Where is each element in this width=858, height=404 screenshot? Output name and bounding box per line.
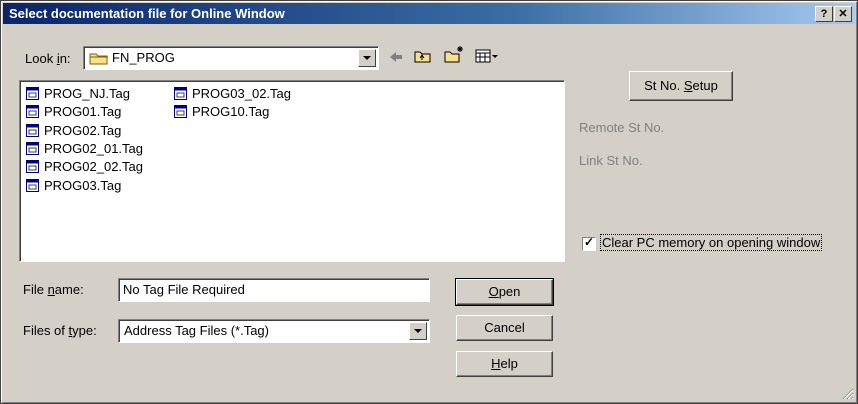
file-list-item-label: PROG03_02.Tag bbox=[192, 86, 292, 101]
tag-file-icon bbox=[26, 160, 39, 174]
help-button-label: elp bbox=[500, 356, 518, 371]
remote-st-no-label: Remote St No. bbox=[579, 120, 665, 135]
file-list-item-label: PROG02_02.Tag bbox=[44, 159, 144, 175]
file-type-label-pre: Files of bbox=[23, 323, 69, 338]
st-no-setup-button[interactable]: St No. Setup bbox=[629, 71, 733, 101]
file-list-item-label: PROG02_01.Tag bbox=[44, 140, 144, 156]
file-list-item-label: PROG02.Tag bbox=[44, 122, 122, 138]
file-list-item-label: PROG03.Tag bbox=[44, 177, 122, 193]
new-folder-icon[interactable] bbox=[444, 45, 464, 65]
look-in-combo[interactable]: FN_PROG bbox=[83, 46, 379, 70]
file-name-label-pre: File bbox=[23, 282, 48, 297]
view-menu-icon[interactable] bbox=[475, 48, 499, 64]
help-button[interactable]: Help bbox=[456, 351, 553, 377]
open-button-label: pen bbox=[498, 284, 521, 299]
file-name-label: File name: bbox=[23, 282, 84, 297]
tag-file-icon bbox=[26, 123, 39, 137]
open-button[interactable]: Open bbox=[455, 278, 554, 306]
look-in-label-pre: Look bbox=[25, 51, 57, 66]
file-type-label-post: ype: bbox=[72, 323, 97, 338]
checkmark-icon: ✓ bbox=[584, 235, 595, 249]
clear-pc-memory-checkbox[interactable]: ✓ bbox=[582, 235, 596, 251]
file-list-item-label: PROG_NJ.Tag bbox=[44, 86, 130, 101]
file-type-dropdown-arrow[interactable] bbox=[409, 322, 427, 340]
link-st-no-label: Link St No. bbox=[579, 153, 643, 168]
tag-file-icon bbox=[26, 178, 39, 192]
help-title-button[interactable]: ? bbox=[815, 6, 833, 22]
cancel-button[interactable]: Cancel bbox=[456, 315, 553, 341]
open-button-accel: O bbox=[488, 284, 499, 299]
st-no-setup-label-post: etup bbox=[692, 78, 718, 93]
st-no-setup-accel: S bbox=[683, 78, 693, 93]
look-in-label: Look in: bbox=[25, 51, 71, 66]
clear-pc-memory-label[interactable]: Clear PC memory on opening window bbox=[599, 234, 823, 251]
file-type-value: Address Tag Files (*.Tag) bbox=[124, 323, 269, 338]
look-in-value: FN_PROG bbox=[112, 50, 175, 65]
st-no-setup-label-pre: St No. bbox=[644, 78, 684, 93]
tag-file-icon bbox=[174, 105, 187, 119]
tag-file-icon bbox=[26, 141, 39, 155]
file-list-item-label: PROG10.Tag bbox=[192, 104, 270, 120]
resize-grip-icon[interactable] bbox=[842, 388, 854, 400]
file-type-combo[interactable]: Address Tag Files (*.Tag) bbox=[118, 319, 430, 343]
help-button-accel: H bbox=[491, 356, 501, 371]
file-dialog: Select documentation file for Online Win… bbox=[0, 0, 858, 404]
file-name-label-accel: n bbox=[47, 282, 55, 297]
tag-file-icon bbox=[26, 87, 39, 100]
look-in-label-post: n: bbox=[59, 51, 71, 66]
title-bar[interactable]: Select documentation file for Online Win… bbox=[3, 3, 855, 24]
file-name-label-post: ame: bbox=[54, 282, 84, 297]
file-name-input[interactable]: No Tag File Required bbox=[118, 278, 430, 302]
back-arrow-icon[interactable] bbox=[388, 49, 404, 65]
file-list-item-label: PROG01.Tag bbox=[44, 104, 122, 120]
up-folder-icon[interactable] bbox=[414, 48, 432, 64]
look-in-dropdown-arrow[interactable] bbox=[358, 49, 376, 67]
tag-file-icon bbox=[174, 87, 187, 100]
tag-file-icon bbox=[26, 105, 39, 119]
window-title: Select documentation file for Online Win… bbox=[9, 6, 285, 21]
folder-icon bbox=[89, 53, 108, 65]
close-button[interactable]: ✕ bbox=[834, 6, 852, 22]
file-list[interactable]: PROG_NJ.Tag PROG01.Tag PROG02.Tag PROG02_01… bbox=[19, 80, 565, 262]
file-type-label: Files of type: bbox=[23, 323, 97, 338]
